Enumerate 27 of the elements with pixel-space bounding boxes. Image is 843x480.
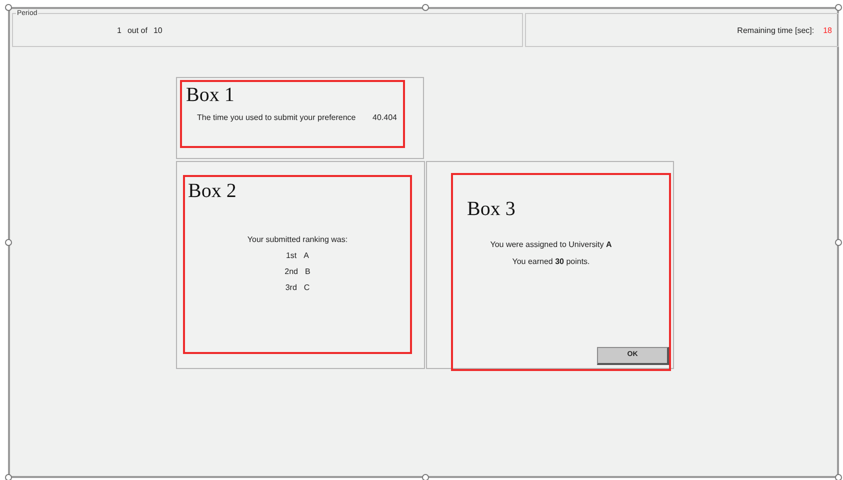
resize-handle[interactable]: [422, 474, 429, 480]
resize-handle[interactable]: [835, 239, 842, 246]
resize-handle[interactable]: [835, 4, 842, 11]
period-total: 10: [153, 25, 162, 37]
period-number: 1: [117, 25, 122, 37]
resize-handle[interactable]: [422, 4, 429, 11]
resize-handle[interactable]: [835, 474, 842, 480]
remaining-time-value: 18: [823, 25, 832, 37]
resize-handle[interactable]: [5, 474, 12, 480]
rank-choice: C: [304, 283, 310, 293]
annotation-label: Box 1: [186, 84, 234, 106]
result-message: You were assigned to University A: [490, 240, 612, 250]
resize-handle[interactable]: [5, 239, 12, 246]
remaining-time-label: Remaining time [sec]:: [737, 25, 814, 37]
preference-time-label: The time you used to submit your preference: [197, 112, 356, 124]
rank-label: 3rd: [285, 283, 297, 293]
rank-label: 1st: [286, 251, 297, 261]
rank-choice: A: [304, 251, 309, 261]
rank-choice: B: [305, 267, 310, 277]
result-message: You earned 30 points.: [512, 257, 590, 267]
resize-handle[interactable]: [5, 4, 12, 11]
annotation-label: Box 3: [467, 198, 516, 220]
annotation-label: Box 2: [188, 180, 236, 202]
rank-label: 2nd: [284, 267, 298, 277]
ranking-intro: Your submitted ranking was:: [247, 235, 348, 245]
preference-time-value: 40.404: [372, 112, 397, 124]
out-of-label: out of: [127, 25, 148, 37]
